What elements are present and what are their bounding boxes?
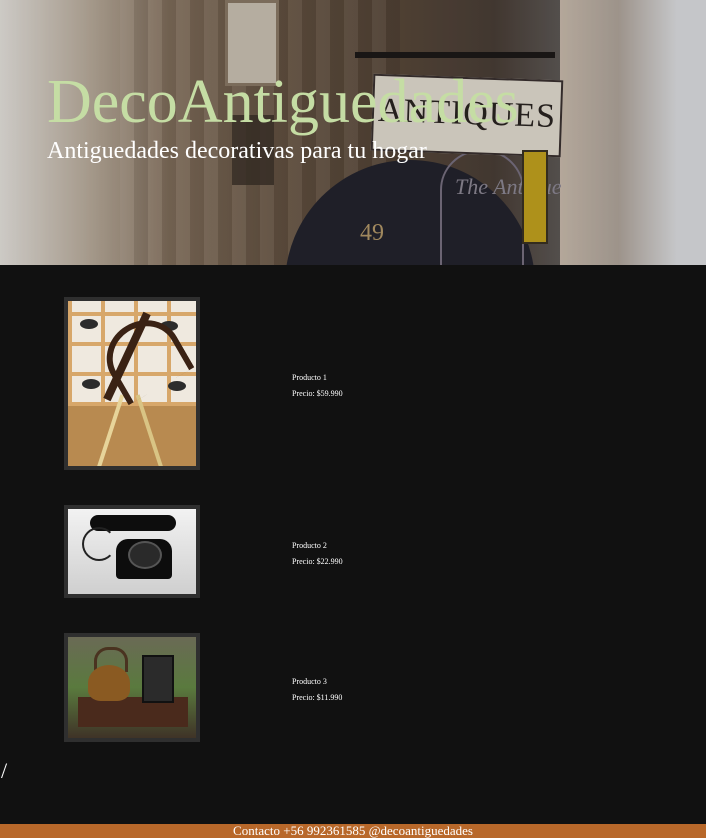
phone-cord [82, 527, 116, 561]
product-image-kettle [68, 637, 196, 738]
tile-pattern [168, 381, 186, 391]
product-name: Producto 2 [292, 541, 327, 550]
lantern [142, 655, 174, 703]
product-name: Producto 1 [292, 373, 327, 382]
phone-dial [128, 541, 162, 569]
stray-text: / [1, 758, 8, 783]
product-image-frame[interactable] [64, 633, 200, 742]
product-image-telephone [68, 509, 196, 594]
product-info: Producto 1 Precio: $59.990 [292, 373, 343, 405]
copper-kettle [88, 665, 130, 701]
product-price: Precio: $22.990 [292, 557, 343, 566]
footer-contact: Contacto +56 992361585 @decoantiguedades [0, 824, 706, 838]
product-image-sextant [68, 301, 196, 466]
site-title: DecoAntiguedades [47, 68, 519, 136]
product-image-frame[interactable] [64, 505, 200, 598]
tile-pattern [80, 319, 98, 329]
tile-pattern [82, 379, 100, 389]
product-price: Precio: $59.990 [292, 389, 343, 398]
product-image-frame[interactable] [64, 297, 200, 470]
product-name: Producto 3 [292, 677, 327, 686]
product-price: Precio: $11.990 [292, 693, 343, 702]
product-info: Producto 2 Precio: $22.990 [292, 541, 343, 573]
site-subtitle: Antiguedades decorativas para tu hogar [47, 138, 427, 164]
hero-banner: The Antique ANTIQUES 49 DecoAntiguedades… [0, 0, 706, 265]
product-info: Producto 3 Precio: $11.990 [292, 677, 342, 709]
